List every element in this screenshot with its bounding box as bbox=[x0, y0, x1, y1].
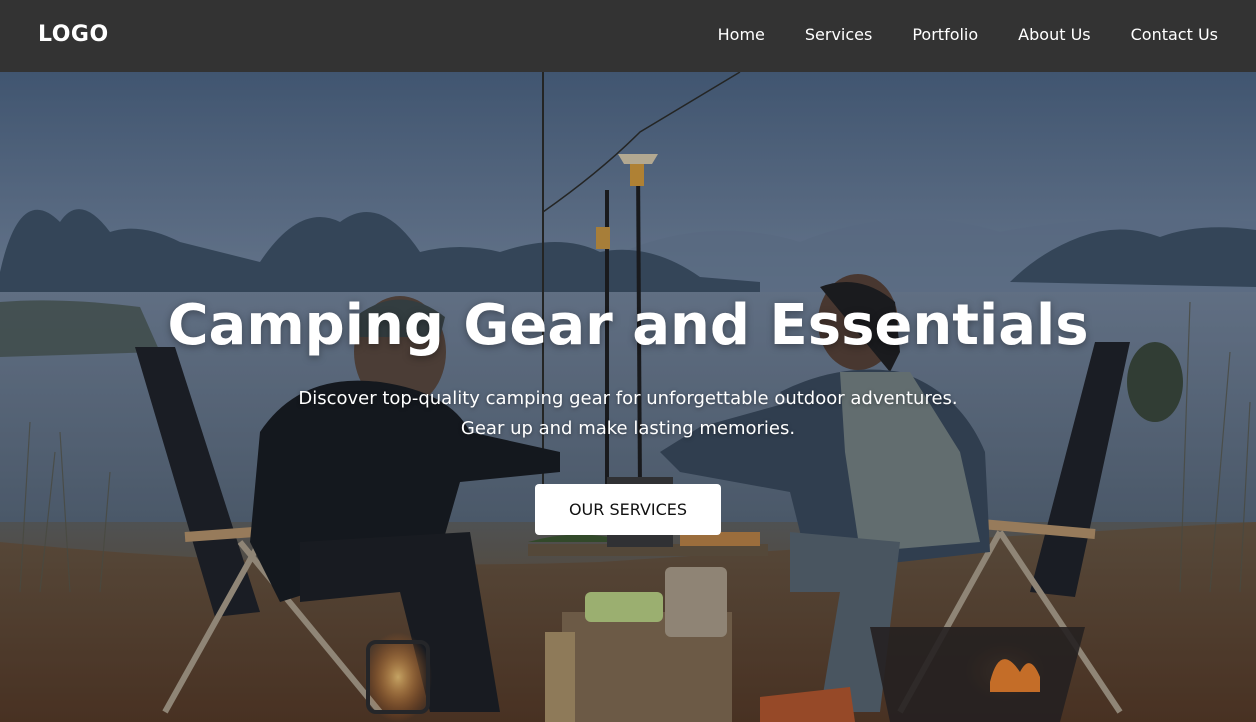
nav-contact-us[interactable]: Contact Us bbox=[1131, 22, 1218, 48]
nav-about-us[interactable]: About Us bbox=[1018, 22, 1090, 48]
hero-subtitle: Discover top-quality camping gear for un… bbox=[228, 384, 1028, 444]
nav-portfolio[interactable]: Portfolio bbox=[912, 22, 978, 48]
nav-home[interactable]: Home bbox=[718, 22, 765, 48]
logo[interactable]: LOGO bbox=[38, 20, 109, 50]
nav-services[interactable]: Services bbox=[805, 22, 872, 48]
hero-subtitle-line-1: Discover top-quality camping gear for un… bbox=[298, 388, 958, 409]
hero-title: Camping Gear and Essentials bbox=[167, 293, 1089, 358]
top-navbar: LOGO Home Services Portfolio About Us Co… bbox=[0, 0, 1256, 72]
our-services-button[interactable]: OUR SERVICES bbox=[535, 484, 721, 535]
hero-section: Camping Gear and Essentials Discover top… bbox=[0, 72, 1256, 722]
hero-content: Camping Gear and Essentials Discover top… bbox=[0, 290, 1256, 535]
hero-subtitle-line-2: Gear up and make lasting memories. bbox=[460, 418, 796, 439]
main-nav: Home Services Portfolio About Us Contact… bbox=[718, 22, 1218, 48]
